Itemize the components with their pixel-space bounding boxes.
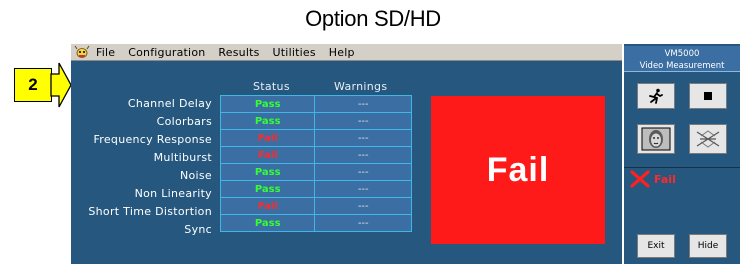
status-cell: Fail bbox=[219, 129, 316, 147]
status-column-header: Status bbox=[253, 80, 290, 93]
control-panel: VM5000 Video Measurement Fail Exit Hide bbox=[624, 44, 740, 264]
table-row[interactable]: Pass --- bbox=[219, 112, 412, 130]
status-cell: Pass bbox=[219, 112, 316, 130]
panel-title-model: VM5000 bbox=[664, 49, 700, 59]
table-row[interactable]: Fail --- bbox=[219, 129, 412, 147]
results-table: Pass --- Pass --- Fail --- Fail --- Pass… bbox=[219, 95, 412, 232]
warnings-column-header: Warnings bbox=[334, 80, 388, 93]
table-row[interactable]: Fail --- bbox=[219, 146, 412, 164]
exit-button[interactable]: Exit bbox=[637, 234, 675, 258]
step-number: 2 bbox=[28, 75, 38, 94]
callout-arrow-icon bbox=[50, 62, 72, 108]
status-cell: Fail bbox=[219, 146, 316, 164]
menu-configuration[interactable]: Configuration bbox=[128, 46, 205, 59]
run-button[interactable] bbox=[637, 83, 675, 109]
menu-bar: File Configuration Results Utilities Hel… bbox=[71, 44, 622, 61]
face-picture-icon bbox=[641, 127, 671, 151]
row-label: Frequency Response bbox=[93, 133, 212, 146]
hide-button[interactable]: Hide bbox=[689, 234, 727, 258]
measurement-window: File Configuration Results Utilities Hel… bbox=[71, 44, 622, 264]
waveform-view-button[interactable] bbox=[689, 124, 727, 154]
picture-view-button[interactable] bbox=[637, 124, 675, 154]
row-label: Sync bbox=[184, 223, 212, 236]
app-logo-icon bbox=[74, 45, 90, 58]
panel-title-app: Video Measurement bbox=[639, 61, 725, 71]
panel-title: VM5000 Video Measurement bbox=[624, 46, 740, 72]
status-cell: Pass bbox=[219, 214, 316, 232]
step-callout: 2 bbox=[14, 68, 52, 102]
page-caption: Option SD/HD bbox=[305, 6, 441, 31]
warning-cell: --- bbox=[314, 112, 412, 130]
status-cell: Pass bbox=[219, 163, 316, 181]
hide-button-label: Hide bbox=[697, 241, 719, 251]
table-row[interactable]: Pass --- bbox=[219, 163, 412, 181]
row-label: Non Linearity bbox=[134, 187, 212, 200]
menu-utilities[interactable]: Utilities bbox=[273, 46, 316, 59]
table-row[interactable]: Pass --- bbox=[219, 180, 412, 198]
row-label: Colorbars bbox=[156, 115, 212, 128]
stop-button[interactable] bbox=[689, 83, 727, 109]
running-man-icon bbox=[649, 88, 663, 104]
exit-button-label: Exit bbox=[647, 241, 665, 251]
warning-cell: --- bbox=[314, 95, 412, 113]
panel-status: Fail bbox=[630, 170, 676, 188]
row-label: Channel Delay bbox=[127, 97, 212, 110]
panel-divider bbox=[624, 167, 740, 168]
menu-file[interactable]: File bbox=[96, 46, 115, 59]
warning-cell: --- bbox=[314, 129, 412, 147]
warning-cell: --- bbox=[314, 180, 412, 198]
panel-status-text: Fail bbox=[654, 172, 676, 186]
row-label: Noise bbox=[179, 169, 212, 182]
status-cell: Pass bbox=[219, 95, 316, 113]
stop-icon bbox=[704, 92, 712, 100]
status-cell: Pass bbox=[219, 180, 316, 198]
fail-x-icon bbox=[630, 170, 650, 188]
menu-help[interactable]: Help bbox=[329, 46, 355, 59]
table-row[interactable]: Pass --- bbox=[219, 95, 412, 113]
warning-cell: --- bbox=[314, 163, 412, 181]
waveform-icon bbox=[696, 130, 720, 148]
status-cell: Fail bbox=[219, 197, 316, 215]
row-label: Multiburst bbox=[153, 151, 212, 164]
warning-cell: --- bbox=[314, 146, 412, 164]
warning-cell: --- bbox=[314, 214, 412, 232]
overall-result-indicator: Fail bbox=[431, 96, 605, 244]
menu-results[interactable]: Results bbox=[218, 46, 259, 59]
table-row[interactable]: Fail --- bbox=[219, 197, 412, 215]
warning-cell: --- bbox=[314, 197, 412, 215]
table-row[interactable]: Pass --- bbox=[219, 214, 412, 232]
row-label: Short Time Distortion bbox=[88, 205, 212, 218]
